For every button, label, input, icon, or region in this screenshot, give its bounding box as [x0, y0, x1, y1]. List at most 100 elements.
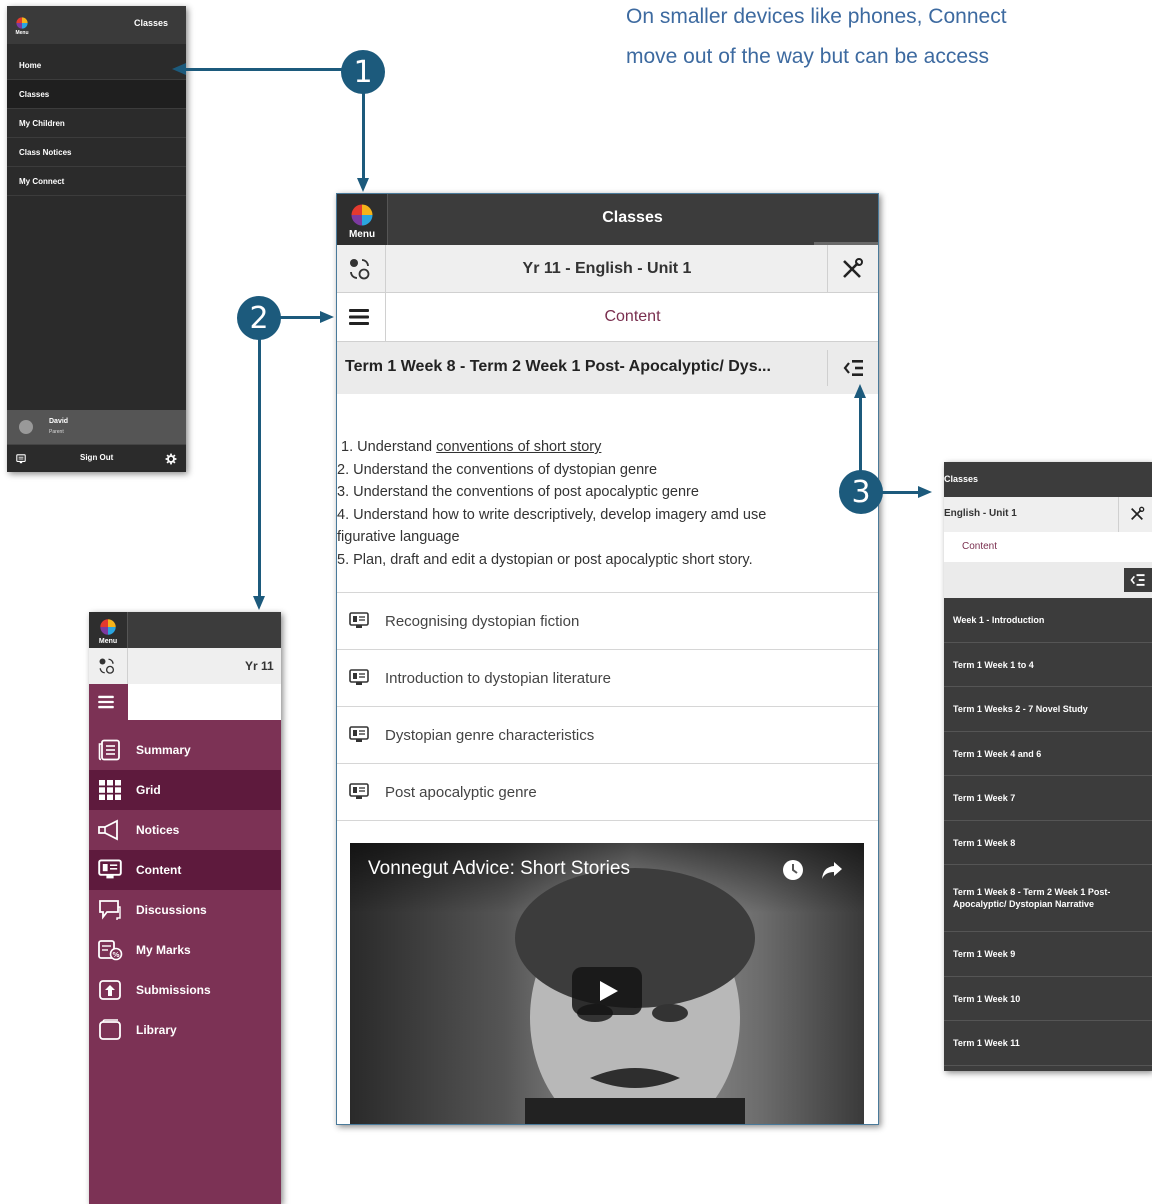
user-profile[interactable]: David Parent [7, 410, 186, 444]
content-list-item[interactable]: Term 1 Week 8 [944, 821, 1152, 865]
main-menu-panel: Menu Classes Home Classes My Children Cl… [7, 6, 186, 472]
class-menu-item-label: Summary [136, 743, 191, 757]
menu-logo-label: Menu [98, 637, 118, 645]
content-list-item[interactable]: Term 1 Week 10 [944, 977, 1152, 1021]
content-icon [349, 726, 369, 744]
class-menu-item-my-marks[interactable]: % My Marks [89, 930, 281, 970]
app-header: Menu Classes [337, 194, 878, 245]
content-list-item-label: Term 1 Week 7 [953, 793, 1016, 803]
content-item-post-apocalyptic[interactable]: Post apocalyptic genre [337, 763, 878, 820]
class-bar: English - Unit 1 [944, 497, 1152, 533]
class-menu-item-submissions[interactable]: Submissions [89, 970, 281, 1010]
class-menu-header: Menu [89, 612, 281, 648]
content-item-introduction[interactable]: Introduction to dystopian literature [337, 649, 878, 706]
class-menu-item-content[interactable]: Content [89, 850, 281, 890]
class-menu-item-label: Library [136, 1023, 177, 1037]
main-menu-item-label: Home [19, 60, 42, 70]
content-icon [349, 612, 369, 630]
content-item-label: Introduction to dystopian literature [385, 669, 611, 687]
main-menu-item-classes[interactable]: Classes [7, 80, 186, 109]
hamburger-menu-icon[interactable] [98, 695, 114, 714]
menu-logo-button[interactable]: Menu [92, 614, 124, 646]
content-list-item[interactable]: Term 1 Week 7 [944, 776, 1152, 821]
class-menu-item-summary[interactable]: Summary [89, 730, 281, 770]
class-bar: Yr 11 [89, 648, 281, 685]
section-title: Content [604, 308, 661, 325]
content-list-item[interactable]: Term 1 Week 8 - Term 2 Week 1 Post- Apoc… [944, 865, 1152, 932]
menu-logo-button[interactable]: Menu [10, 9, 34, 41]
objective-link[interactable]: conventions of short story [436, 439, 601, 455]
callout-1-arrow-horizontal [184, 68, 350, 71]
svg-text:%: % [112, 951, 119, 959]
intro-line-1: On smaller devices like phones, Connect [626, 5, 1007, 28]
objective-2: 2. Understand the conventions of dystopi… [337, 461, 658, 478]
tools-icon[interactable] [840, 257, 864, 286]
content-item-recognising[interactable]: Recognising dystopian fiction [337, 592, 878, 649]
callout-badge-1: 1 [341, 50, 385, 94]
submission-icon [95, 978, 125, 1002]
class-menu-item-grid[interactable]: Grid [89, 770, 281, 810]
sign-out-button[interactable]: Sign Out [80, 453, 113, 462]
avatar [19, 420, 33, 434]
callout-1-arrow-vertical [362, 90, 365, 180]
class-menu-item-library[interactable]: Library [89, 1010, 281, 1050]
main-menu-item-class-notices[interactable]: Class Notices [7, 138, 186, 167]
content-list-item[interactable]: Week 1 - Introduction [944, 598, 1152, 643]
content-list-toggle-icon[interactable] [843, 357, 865, 384]
callout-3-arrowhead-right [918, 486, 932, 498]
section-bar: Content [337, 293, 878, 342]
content-list-item[interactable]: Term 1 Week 9 [944, 932, 1152, 977]
content-list-item[interactable]: Term 1 Week 11 [944, 1021, 1152, 1066]
main-menu-item-my-connect[interactable]: My Connect [7, 167, 186, 196]
video-player[interactable]: Vonnegut Advice: Short Stories [350, 843, 864, 1124]
objective-4-cont: figurative language [337, 529, 460, 545]
menu-logo-label: Menu [348, 228, 376, 240]
content-list-item[interactable]: Term 1 Week 1 to 4 [944, 643, 1152, 687]
library-icon [95, 1018, 125, 1042]
class-menu-item-label: Notices [136, 823, 180, 837]
play-button-icon[interactable] [572, 967, 642, 1020]
content-list-toggle-icon[interactable] [1130, 572, 1146, 593]
callout-3-arrow-vertical [859, 396, 862, 474]
class-title: Yr 11 - English - Unit 1 [522, 260, 692, 277]
objective-5: 5. Plan, draft and edit a dystopian or p… [337, 551, 753, 568]
main-menu-item-label: Class Notices [19, 147, 72, 157]
content-list-item[interactable]: Term 1 Week 4 and 6 [944, 732, 1152, 776]
content-list-item-label: Term 1 Week 8 [953, 837, 1016, 848]
header-title: Classes [602, 209, 663, 226]
objective-4: 4. Understand how to write descriptively… [337, 506, 767, 523]
hamburger-menu-icon[interactable] [349, 308, 369, 331]
content-icon [349, 669, 369, 687]
callout-2-arrowhead-right [320, 311, 334, 323]
header-title: Classes [944, 474, 979, 484]
class-menu-item-label: Submissions [136, 983, 211, 997]
clock-icon[interactable] [782, 859, 804, 886]
tools-icon[interactable] [1129, 506, 1145, 527]
content-item-label: Dystopian genre characteristics [385, 726, 595, 744]
share-icon[interactable] [820, 859, 844, 886]
content-icon[interactable] [15, 452, 27, 470]
gear-icon[interactable] [165, 452, 177, 470]
connect-logo-icon [16, 16, 28, 29]
content-list-header: Classes [944, 462, 1152, 497]
content-list-panel: Classes English - Unit 1 Content Week 1 … [944, 462, 1152, 1071]
video-title[interactable]: Vonnegut Advice: Short Stories [368, 858, 630, 880]
content-list-item[interactable]: Term 1 Weeks 2 - 7 Novel Study [944, 687, 1152, 732]
class-menu-item-notices[interactable]: Notices [89, 810, 281, 850]
user-role: Parent [49, 429, 64, 435]
main-menu-item-home[interactable]: Home [7, 51, 186, 80]
main-menu-header: Menu Classes [7, 6, 186, 44]
class-switch-icon[interactable] [347, 257, 373, 286]
left-divider [127, 648, 128, 684]
section-field [128, 684, 281, 720]
connect-logo-icon [100, 618, 116, 635]
section-bar [89, 684, 281, 720]
main-menu-item-my-children[interactable]: My Children [7, 109, 186, 138]
menu-logo-button[interactable]: Menu [340, 196, 384, 243]
section-title: Content [962, 541, 998, 552]
marks-icon: % [95, 938, 125, 962]
content-item-characteristics[interactable]: Dystopian genre characteristics [337, 706, 878, 763]
callout-2-arrowhead-down [253, 596, 265, 610]
class-menu-item-discussions[interactable]: Discussions [89, 890, 281, 930]
class-switch-icon[interactable] [97, 657, 117, 680]
